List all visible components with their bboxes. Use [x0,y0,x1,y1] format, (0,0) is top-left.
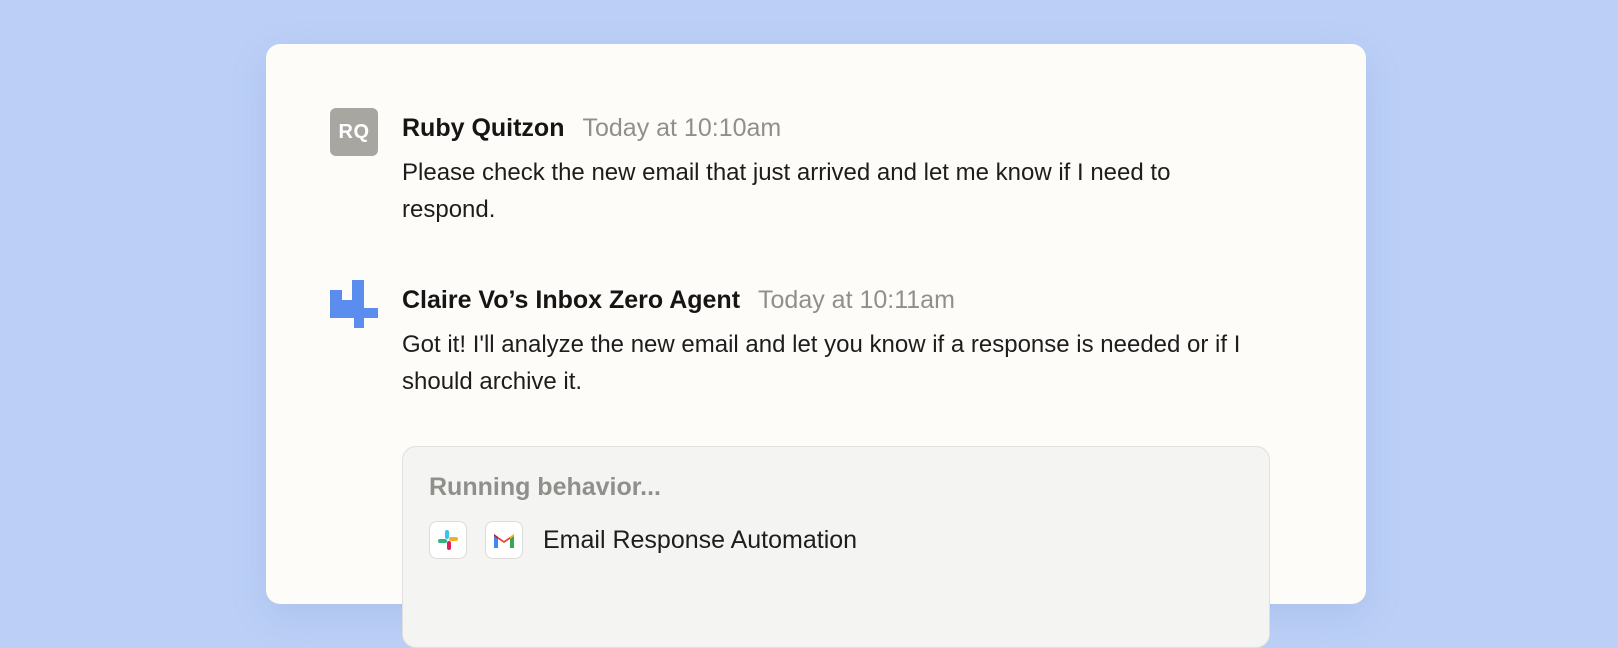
message-text: Got it! I'll analyze the new email and l… [402,331,1241,395]
running-behavior-panel[interactable]: Running behavior... Email Response Autom… [402,446,1270,648]
message-content: Ruby Quitzon Today at 10:10am Please che… [402,108,1302,228]
avatar[interactable]: RQ [330,108,378,156]
message-text: Please check the new email that just arr… [402,159,1171,223]
author-name[interactable]: Claire Vo’s Inbox Zero Agent [402,280,740,320]
message-content: Claire Vo’s Inbox Zero Agent Today at 10… [402,280,1302,400]
message-header: Ruby Quitzon Today at 10:10am [402,108,1302,148]
behavior-name: Email Response Automation [543,525,858,554]
chat-card: RQ Ruby Quitzon Today at 10:10am Please … [266,44,1366,648]
timestamp[interactable]: Today at 10:11am [758,280,955,320]
message-header: Claire Vo’s Inbox Zero Agent Today at 10… [402,280,1302,320]
slack-icon [429,521,467,559]
timestamp[interactable]: Today at 10:10am [582,108,781,148]
behavior-row: Email Response Automation [429,521,857,559]
behavior-status: Running behavior... [429,473,661,501]
author-name[interactable]: Ruby Quitzon [402,108,564,148]
gmail-icon [485,521,523,559]
agent-puzzle-icon[interactable] [330,280,378,328]
